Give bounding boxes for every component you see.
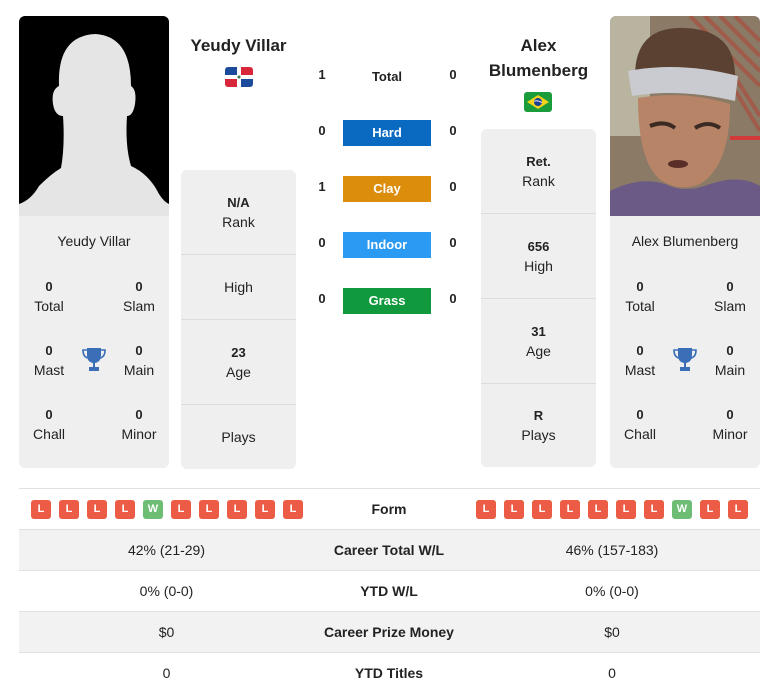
player2-titles-minor: 0 Minor [712,407,748,442]
player2-form: LLLLLLLWLL [476,500,748,519]
player2-rank: Ret. Rank [481,129,596,214]
form-badge-loss[interactable]: L [87,500,107,519]
h2h-hard-p2: 0 [449,123,457,138]
flag-brazil-icon [524,92,552,112]
player2-titles-total: 0 Total [625,279,655,314]
form-badge-loss[interactable]: L [504,500,524,519]
table-row: $0 Career Prize Money $0 [19,612,760,653]
h2h-clay-p2: 0 [449,179,457,194]
player-photo-icon [610,16,760,216]
player2-titles-slam: 0 Slam [714,279,746,314]
table-row: 0 YTD Titles 0 [162,665,616,681]
form-row: LLLLWLLLLL Form LLLLLLLWLL [19,489,760,530]
player1-name[interactable]: Yeudy Villar [181,33,296,58]
form-badge-loss[interactable]: L [588,500,608,519]
form-badge-loss[interactable]: L [700,500,720,519]
player1-card-name: Yeudy Villar [57,233,131,249]
player2-photo [610,16,760,216]
player1-titles-mast: 0 Mast [33,343,65,378]
form-badge-loss[interactable]: L [115,500,135,519]
surface-indoor: Indoor [343,232,431,258]
h2h-grass-p1: 0 [318,291,326,306]
h2h-clay-p1: 1 [318,179,326,194]
trophy-icon [82,347,106,373]
form-badge-win[interactable]: W [672,500,692,519]
table-row: 42% (21-29) Career Total W/L 46% (157-18… [19,530,760,571]
player2-high: 656 High [481,214,596,299]
player2-titles-card: Alex Blumenberg 0 Total 0 Slam 0 Mast 0 … [610,216,760,468]
player2-titles-main: 0 Main [714,343,746,378]
player1-titles-main: 0 Main [123,343,155,378]
player2-card-name: Alex Blumenberg [631,233,739,249]
player2-plays: R Plays [521,408,556,443]
form-badge-loss[interactable]: L [171,500,191,519]
form-badge-loss[interactable]: L [560,500,580,519]
flag-dominican-republic-icon [225,67,253,87]
player2-titles-mast: 0 Mast [624,343,656,378]
surface-hard: Hard [343,120,431,146]
player1-titles-slam: 0 Slam [123,279,155,314]
form-label: Form [371,501,407,517]
form-badge-loss[interactable]: L [532,500,552,519]
player1-titles-chall: 0 Chall [33,407,65,442]
form-badge-loss[interactable]: L [728,500,748,519]
table-row: 0% (0-0) YTD W/L 0% (0-0) [19,571,760,612]
player1-info-card: N/A Rank High 23 Age Plays [181,170,296,469]
form-badge-loss[interactable]: L [227,500,247,519]
player1-rank: N/A Rank [181,170,296,255]
player1-plays: Plays [221,429,256,445]
form-badge-win[interactable]: W [143,500,163,519]
player2-age: 31 Age [481,299,596,384]
player1-titles-minor: 0 Minor [121,407,157,442]
player1-form: LLLLWLLLLL [31,500,303,519]
player1-high: High [181,255,296,320]
h2h-indoor-p2: 0 [449,235,457,250]
h2h-grass-p2: 0 [449,291,457,306]
form-badge-loss[interactable]: L [644,500,664,519]
player1-photo [19,16,169,216]
h2h-indoor-p1: 0 [318,235,326,250]
form-badge-loss[interactable]: L [616,500,636,519]
player1-age: 23 Age [181,320,296,405]
player2-titles-chall: 0 Chall [624,407,656,442]
form-badge-loss[interactable]: L [31,500,51,519]
h2h-total-p1: 1 [318,67,326,82]
h2h-total-label: Total [371,69,403,84]
player2-info-card: Ret. Rank 656 High 31 Age R Plays [481,129,596,467]
form-badge-loss[interactable]: L [283,500,303,519]
surface-clay: Clay [343,176,431,202]
player1-titles-card: Yeudy Villar 0 Total 0 Slam 0 Mast 0 Mai… [19,216,169,468]
trophy-icon [673,347,697,373]
form-badge-loss[interactable]: L [255,500,275,519]
h2h-total-p2: 0 [449,67,457,82]
surface-grass: Grass [343,288,431,314]
form-badge-loss[interactable]: L [476,500,496,519]
silhouette-icon [19,16,169,216]
form-badge-loss[interactable]: L [199,500,219,519]
player2-name[interactable]: Alex Blumenberg [481,33,596,83]
comparison-table: LLLLWLLLLL Form LLLLLLLWLL 42% (21-29) C… [19,488,760,694]
player1-titles-total: 0 Total [34,279,64,314]
h2h-hard-p1: 0 [318,123,326,138]
form-badge-loss[interactable]: L [59,500,79,519]
